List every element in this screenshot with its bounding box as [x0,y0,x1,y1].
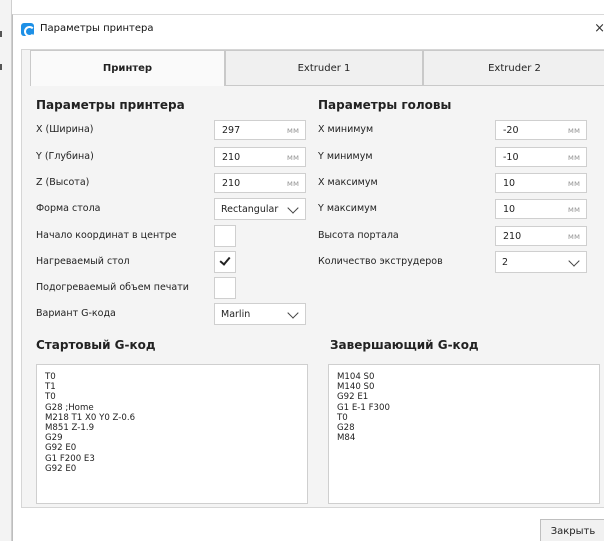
x-min-label: X минимум [318,124,374,135]
origin-center-checkbox[interactable] [214,225,236,247]
gcode-line: T1 [45,382,56,393]
printhead-settings-heading: Параметры головы [318,98,452,112]
gcode-line: M84 [337,433,356,444]
printer-settings-dialog: Параметры принтера × Принтер Extruder 1 … [12,14,604,541]
y-max-label: Y максимум [318,203,377,214]
y-max-value: 10 [503,204,516,215]
gcode-line: G28 ;Home [45,402,94,413]
y-min-value: -10 [503,152,519,163]
x-width-value: 297 [222,125,241,136]
gcode-line: G92 E0 [45,463,77,474]
x-min-value: -20 [503,125,519,136]
x-max-value: 10 [503,178,516,189]
checkmark-icon [219,254,231,266]
x-min-field[interactable]: -20 мм [495,120,587,140]
x-max-field[interactable]: 10 мм [495,173,587,193]
heated-bed-checkbox[interactable] [214,251,236,273]
y-depth-label: Y (Глубина) [36,151,94,162]
bed-shape-label: Форма стола [36,203,101,214]
gcode-line: G92 E0 [45,443,77,454]
gcode-line: M104 S0 [337,372,375,382]
printer-settings-heading: Параметры принтера [36,98,185,112]
tab-bar: Принтер Extruder 1 Extruder 2 [22,50,604,86]
heated-bed-label: Нагреваемый стол [36,256,130,267]
gcode-line: T0 [45,392,56,403]
chevron-down-icon [287,202,299,214]
y-min-unit: мм [567,153,580,162]
y-depth-unit: мм [286,153,299,162]
cura-app-icon [21,23,35,37]
gcode-line: M218 T1 X0 Y0 Z-0.6 [45,412,136,423]
gcode-flavor-select[interactable]: Marlin [214,303,306,325]
tab-extruder-2[interactable]: Extruder 2 [423,50,604,86]
start-gcode-editor[interactable]: T0 T1 T0 G28 ;Home M218 T1 X0 Y0 Z-0.6 M851 Z… [36,364,308,504]
tab-printer[interactable]: Принтер [30,50,225,86]
gantry-height-field[interactable]: 210 мм [495,226,587,246]
edge-marker [0,64,2,70]
x-width-unit: мм [286,126,299,135]
tab-extruder-1[interactable]: Extruder 1 [225,50,423,86]
gantry-height-unit: мм [567,232,580,241]
y-max-unit: мм [567,205,580,214]
gantry-height-label: Высота портала [318,230,399,241]
gcode-line: G1 E-1 F300 [337,402,390,413]
y-min-label: Y минимум [318,151,373,162]
gcode-line: G28 [337,423,355,434]
gcode-line: G92 E1 [337,392,369,403]
gcode-line: M851 Z-1.9 [45,423,95,434]
settings-panel: Принтер Extruder 1 Extruder 2 Параметры … [21,49,604,508]
gcode-line: G1 F200 E3 [45,453,95,464]
extruder-count-label: Количество экструдеров [318,256,443,267]
close-button[interactable]: Закрыть [540,519,604,541]
x-max-label: X максимум [318,177,378,188]
background-window-edge [0,0,12,541]
gcode-line: T0 [45,372,56,382]
heated-volume-checkbox[interactable] [214,277,236,299]
chevron-down-icon [287,307,299,319]
end-gcode-editor[interactable]: M104 S0 M140 S0 G92 E1 G1 E-1 F300 T0 G28 M84 [328,364,600,504]
bed-shape-value: Rectangular [221,204,279,215]
z-height-field[interactable]: 210 мм [214,173,306,193]
bed-shape-select[interactable]: Rectangular [214,198,306,220]
y-depth-field[interactable]: 210 мм [214,147,306,167]
heated-volume-label: Подогреваемый объем печати [36,282,189,293]
end-gcode-heading: Завершающий G-код [330,338,479,352]
gcode-line: G29 [45,433,63,444]
x-min-unit: мм [567,126,580,135]
x-max-unit: мм [567,179,580,188]
extruder-count-select[interactable]: 2 [495,251,587,273]
origin-center-label: Начало координат в центре [36,230,177,241]
z-height-value: 210 [222,178,241,189]
gcode-flavor-label: Вариант G-кода [36,308,116,319]
title-bar: Параметры принтера × [13,15,604,43]
gcode-flavor-value: Marlin [221,309,251,320]
window-title: Параметры принтера [40,23,154,34]
chevron-down-icon [568,255,580,267]
gcode-line: M140 S0 [337,382,375,393]
x-width-field[interactable]: 297 мм [214,120,306,140]
edge-marker [0,31,2,37]
gcode-line: T0 [337,412,348,423]
start-gcode-heading: Стартовый G-код [36,338,156,352]
z-height-unit: мм [286,179,299,188]
y-depth-value: 210 [222,152,241,163]
gantry-height-value: 210 [503,231,522,242]
x-width-label: X (Ширина) [36,124,94,135]
y-max-field[interactable]: 10 мм [495,199,587,219]
extruder-count-value: 2 [502,257,509,268]
y-min-field[interactable]: -10 мм [495,147,587,167]
z-height-label: Z (Высота) [36,177,90,188]
close-icon[interactable]: × [594,21,604,36]
